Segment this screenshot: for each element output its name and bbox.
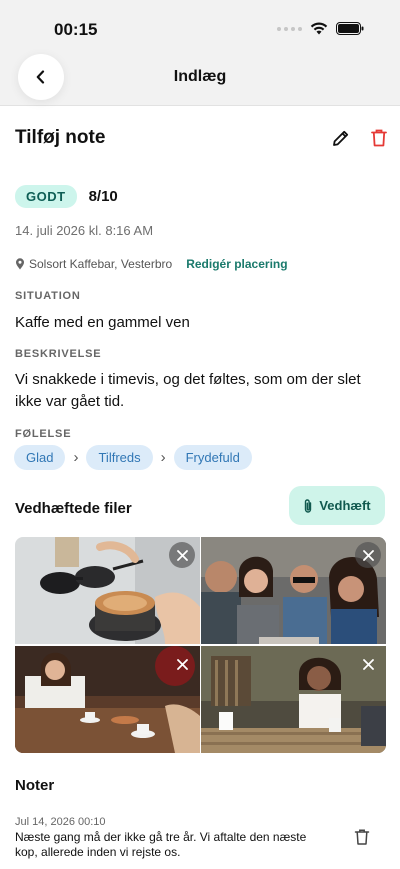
nav-title: Indlæg — [173, 68, 227, 85]
remove-attachment-button[interactable] — [169, 542, 195, 568]
emotion-label: FØLELSE — [15, 428, 72, 440]
emotion-chain: Glad › Tilfreds › Frydefuld — [14, 445, 252, 470]
emotion-chip[interactable]: Glad — [14, 445, 66, 470]
trash-icon — [371, 129, 387, 147]
entry-date: 14. juli 2026 kl. 8:16 AM — [15, 223, 154, 238]
location-pin-icon — [16, 258, 24, 270]
attachment-photo[interactable] — [15, 537, 200, 644]
close-icon — [362, 658, 374, 670]
delete-entry-button[interactable] — [367, 126, 391, 150]
paperclip-icon — [305, 498, 312, 513]
signal-dots-icon — [277, 26, 302, 31]
status-icons — [277, 22, 364, 35]
emotion-chip[interactable]: Frydefuld — [173, 445, 252, 470]
mood-score: 8/10 — [88, 188, 118, 205]
pencil-icon — [333, 130, 349, 146]
battery-icon — [336, 22, 364, 35]
nav-bar: Indlæg — [0, 54, 400, 106]
attach-button-label: Vedhæft — [319, 498, 371, 513]
emotion-chip[interactable]: Tilfreds — [86, 445, 153, 470]
location-row: Solsort Kaffebar, Vesterbro Redigér plac… — [15, 257, 288, 271]
chevron-right-icon: › — [73, 449, 79, 466]
note-date: Jul 14, 2026 00:10 — [15, 816, 106, 828]
entry-header: Tilføj note — [15, 118, 387, 158]
remove-attachment-button[interactable] — [355, 542, 381, 568]
delete-note-button[interactable] — [354, 828, 372, 846]
situation-text: Kaffe med en gammel ven — [15, 314, 190, 331]
mood-row: GODT 8/10 — [15, 185, 118, 208]
chevron-right-icon: › — [160, 449, 166, 466]
attachments-title: Vedhæftede filer — [15, 500, 132, 517]
mood-badge: GODT — [15, 185, 77, 208]
close-icon — [176, 658, 188, 670]
remove-attachment-button[interactable] — [355, 651, 381, 677]
status-bar: 00:15 — [0, 0, 400, 56]
close-icon — [176, 549, 188, 561]
attach-button[interactable]: Vedhæft — [289, 486, 385, 525]
attachment-photo[interactable] — [201, 537, 386, 644]
attachment-photo[interactable] — [15, 646, 200, 753]
wifi-icon — [310, 22, 328, 35]
description-label: BESKRIVELSE — [15, 348, 102, 360]
notes-title: Noter — [15, 777, 55, 794]
status-time: 00:15 — [54, 20, 98, 39]
remove-attachment-button[interactable] — [169, 651, 195, 677]
trash-icon — [354, 829, 370, 845]
attachment-grid — [15, 537, 386, 753]
edit-button[interactable] — [329, 126, 353, 150]
close-icon — [362, 549, 374, 561]
page-title: Tilføj note — [15, 127, 106, 148]
description-text: Vi snakkede i timevis, og det føltes, so… — [15, 371, 361, 410]
situation-label: SITUATION — [15, 290, 81, 302]
attachment-photo[interactable] — [201, 646, 386, 753]
note-text: Næste gang må der ikke gå tre år. Vi aft… — [15, 830, 307, 859]
edit-location-link[interactable]: Redigér placering — [186, 257, 287, 271]
location-text: Solsort Kaffebar, Vesterbro — [29, 257, 173, 271]
